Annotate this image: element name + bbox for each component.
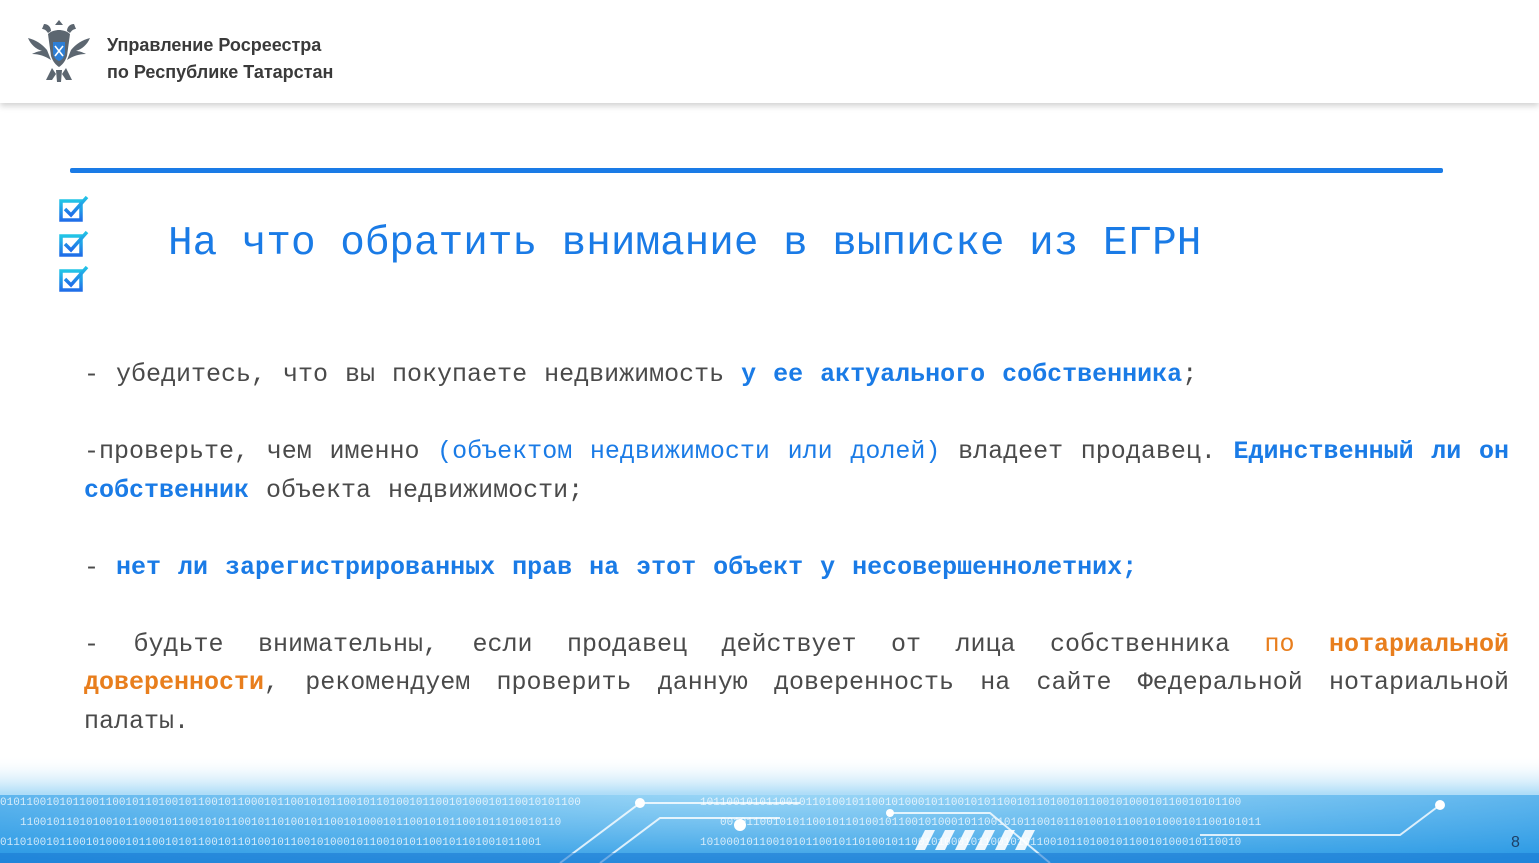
bullet-check-object: -проверьте, чем именно (объектом недвижи… (84, 433, 1509, 510)
organization-name: Управление Росреестра по Республике Тата… (107, 32, 333, 86)
double-headed-eagle-emblem-icon (28, 20, 90, 82)
title-divider-line (70, 168, 1443, 173)
highlight-by: по (1264, 629, 1329, 659)
text-segment: владеет продавец. (940, 437, 1234, 466)
bullet-check-power-of-attorney: - будьте внимательны, если продавец дейс… (84, 626, 1509, 742)
svg-text:011010010110010100010110010101: 0110100101100101000101100101011001011010… (0, 837, 542, 849)
bullet-check-owner: - убедитесь, что вы покупаете недвижимос… (84, 356, 1509, 395)
header-bar: Управление Росреестра по Республике Тата… (0, 0, 1539, 103)
slide-content: - убедитесь, что вы покупаете недвижимос… (84, 356, 1509, 780)
text-segment: ; (1182, 360, 1198, 389)
svg-text:001011001010110010110100101100: 0010110010101100101101001011001010001011… (720, 817, 1262, 829)
svg-text:010110010101100110010110100101: 0101100101011001100101101001011001011000… (0, 797, 581, 809)
text-segment: - (84, 552, 117, 582)
page-number: 8 (1511, 834, 1520, 851)
bullet-check-minors: - нет ли зарегистрированных прав на этот… (84, 549, 1509, 588)
text-segment: , рекомендуем проверить данную доверенно… (84, 668, 1509, 736)
highlight-minors-rights: нет ли зарегистрированных прав на этот о… (116, 552, 1138, 582)
text-segment: - будьте внимательны, если продавец дейс… (84, 629, 1265, 659)
text-segment: - убедитесь, что вы покупаете недвижимос… (84, 360, 742, 389)
highlight-current-owner: у ее актуального собственника (741, 360, 1183, 389)
organization-name-line2: по Республике Татарстан (107, 62, 334, 82)
organization-name-line1: Управление Росреестра (107, 35, 322, 55)
text-segment: объекта недвижимости; (249, 475, 584, 505)
svg-text:110010110101001011000101100101: 1100101101010010110001011001010110010110… (20, 817, 561, 829)
checklist-icon (59, 195, 150, 292)
slide-title: На что обратить внимание в выписке из ЕГ… (168, 221, 1202, 267)
svg-text:101000101100101011001011010010: 1010001011001010110010110100101100101000… (700, 837, 1241, 849)
highlight-object-or-share: (объектом недвижимости или долей) (437, 437, 941, 466)
binary-code-tech-banner: 0101100101011001100101101001011001011000… (0, 755, 1539, 863)
text-segment: -проверьте, чем именно (84, 437, 438, 466)
